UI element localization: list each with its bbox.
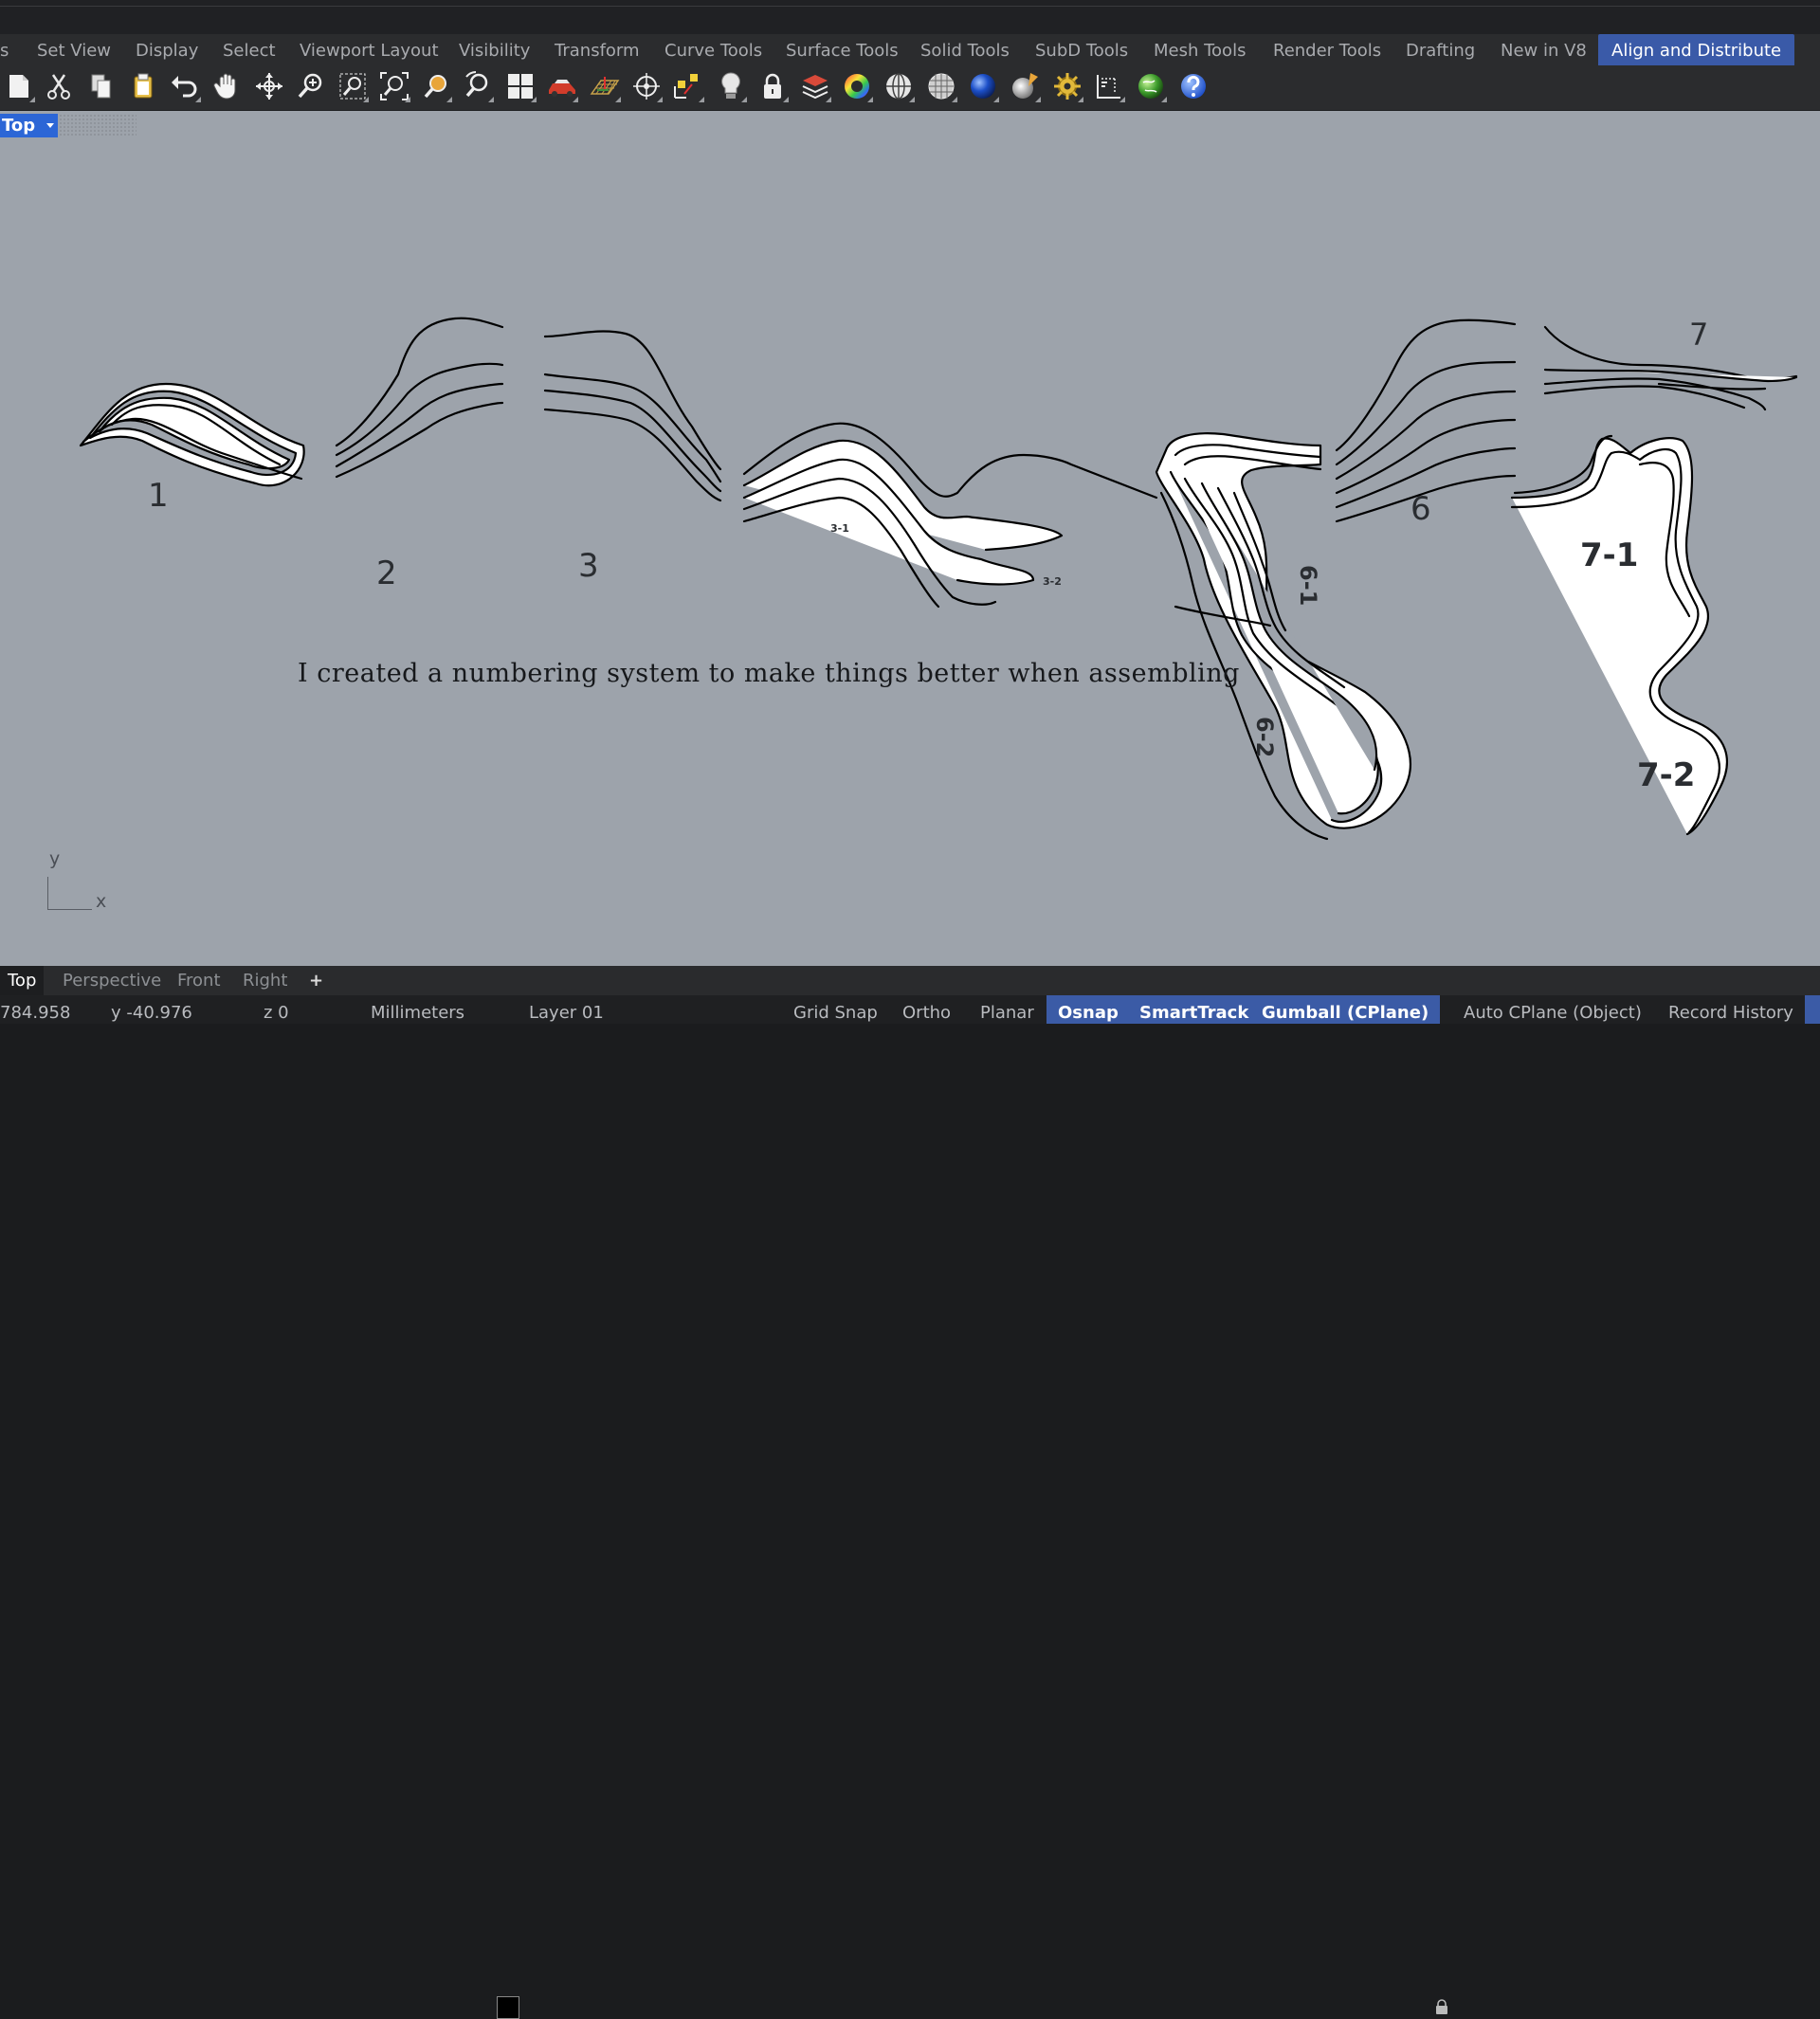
world-axis-icon: [47, 877, 92, 910]
tab-mesh-tools[interactable]: Mesh Tools: [1154, 34, 1246, 65]
annotation-text: I created a numbering system to make thi…: [298, 659, 1240, 688]
tab-standard-partial[interactable]: s: [0, 34, 9, 65]
zoom-dynamic-icon[interactable]: [461, 69, 495, 103]
globe-icon[interactable]: [1134, 69, 1168, 103]
auto-cplane-lock-icon: [1436, 1999, 1447, 2014]
toolbar: [0, 65, 1820, 111]
cut-icon[interactable]: [42, 69, 76, 103]
render-icon[interactable]: [1008, 69, 1042, 103]
piece-1-contours: [79, 382, 305, 487]
piece-7-contours: [1543, 325, 1798, 411]
viewport-tab-front[interactable]: Front: [177, 966, 221, 995]
undo-icon[interactable]: [168, 69, 202, 103]
label-7-2: 7-2: [1637, 756, 1695, 794]
label-6: 6: [1410, 490, 1431, 528]
label-2: 2: [376, 555, 397, 592]
new-document-icon[interactable]: [2, 69, 36, 103]
tab-curve-tools[interactable]: Curve Tools: [664, 34, 762, 65]
tab-subd-tools[interactable]: SubD Tools: [1035, 34, 1128, 65]
tab-drafting[interactable]: Drafting: [1406, 34, 1475, 65]
cplane-icon[interactable]: [629, 69, 664, 103]
sphere-wire-icon[interactable]: [882, 69, 916, 103]
status-overflow-indicator[interactable]: [1805, 995, 1820, 1024]
viewport-tab-perspective[interactable]: Perspective: [63, 966, 161, 995]
coord-y: y -40.976: [111, 1003, 192, 1023]
tab-viewport-layout[interactable]: Viewport Layout: [300, 34, 439, 65]
viewport-tab-right[interactable]: Right: [243, 966, 287, 995]
piece-3-1-3-2-contours: [742, 422, 1158, 609]
tab-visibility[interactable]: Visibility: [459, 34, 530, 65]
gumball-toggle[interactable]: Gumball (CPlane): [1250, 995, 1441, 1024]
smarttrack-toggle[interactable]: SmartTrack: [1128, 995, 1261, 1024]
zoom-extents-icon[interactable]: [377, 69, 411, 103]
lock-icon[interactable]: [755, 69, 790, 103]
contour-drawing: 1 2 3 3-1 3-2 6 6-1 6-2 7 7-1 7-2: [79, 317, 1798, 841]
layer-icon[interactable]: [798, 69, 832, 103]
grid-plane-icon[interactable]: [588, 69, 622, 103]
planar-toggle[interactable]: Planar: [980, 995, 1034, 1024]
viewport-tab-top[interactable]: Top: [0, 966, 45, 995]
axis-y-label: y: [49, 848, 61, 869]
dimension-icon[interactable]: [1092, 69, 1126, 103]
tab-solid-tools[interactable]: Solid Tools: [920, 34, 1010, 65]
tab-surface-tools[interactable]: Surface Tools: [786, 34, 899, 65]
title-bar-divider: [0, 6, 1820, 7]
label-6-2: 6-2: [1251, 717, 1278, 757]
tab-display[interactable]: Display: [136, 34, 198, 65]
settings-gear-icon[interactable]: [1050, 69, 1084, 103]
piece-3-contours: [543, 330, 722, 502]
tab-render-tools[interactable]: Render Tools: [1273, 34, 1381, 65]
car-icon[interactable]: [545, 69, 579, 103]
zoom-window-icon[interactable]: [336, 69, 370, 103]
light-bulb-icon[interactable]: [714, 69, 748, 103]
paste-icon[interactable]: [126, 69, 160, 103]
axis-x-label: x: [96, 891, 107, 912]
units-label[interactable]: Millimeters: [371, 995, 464, 1024]
label-3-2: 3-2: [1043, 575, 1062, 588]
pan-hand-icon[interactable]: [210, 69, 245, 103]
ortho-toggle[interactable]: Ortho: [902, 995, 951, 1024]
tab-transform[interactable]: Transform: [555, 34, 640, 65]
record-history-toggle[interactable]: Record History: [1668, 995, 1793, 1024]
label-1: 1: [148, 477, 169, 515]
label-3: 3: [578, 547, 599, 585]
piece-2-contours: [335, 317, 504, 479]
label-6-1: 6-1: [1295, 565, 1321, 606]
current-layer[interactable]: Layer 01: [529, 995, 604, 1024]
tab-select[interactable]: Select: [223, 34, 276, 65]
add-viewport-plus-icon[interactable]: +: [309, 966, 323, 995]
zoom-selected-icon[interactable]: [419, 69, 453, 103]
viewport-top[interactable]: Top 1 2 3 3-1 3-2 6 6-1 6-2 7 7-1 7-2 I …: [0, 111, 1820, 966]
layer-color-swatch[interactable]: [497, 1996, 519, 2019]
zoom-icon[interactable]: [294, 69, 328, 103]
auto-cplane-toggle[interactable]: Auto CPlane (Object): [1464, 995, 1642, 1024]
title-bar: [0, 0, 1820, 35]
tab-align-and-distribute[interactable]: Align and Distribute: [1598, 34, 1795, 65]
rotate-view-icon[interactable]: [252, 69, 286, 103]
mesh-sphere-icon[interactable]: [924, 69, 958, 103]
color-wheel-icon[interactable]: [840, 69, 874, 103]
status-bar: 784.958 y -40.976 z 0 Millimeters Layer …: [0, 995, 1820, 2019]
label-7: 7: [1689, 317, 1708, 353]
label-3-1: 3-1: [830, 522, 849, 535]
point-icon[interactable]: [671, 69, 705, 103]
tab-set-view[interactable]: Set View: [37, 34, 111, 65]
help-icon[interactable]: [1176, 69, 1210, 103]
coord-z: z 0: [264, 1003, 289, 1023]
blue-sphere-icon[interactable]: [966, 69, 1000, 103]
copy-icon[interactable]: [83, 69, 118, 103]
tab-new-in-v8[interactable]: New in V8: [1501, 34, 1587, 65]
four-viewports-icon[interactable]: [503, 69, 537, 103]
viewport-tab-bar: Top Perspective Front Right +: [0, 966, 1820, 995]
coord-x: 784.958: [0, 1003, 71, 1023]
label-7-1: 7-1: [1580, 537, 1638, 574]
grid-snap-toggle[interactable]: Grid Snap: [793, 995, 878, 1024]
osnap-toggle[interactable]: Osnap: [1046, 995, 1130, 1024]
ribbon-tab-bar: s Set View Display Select Viewport Layou…: [0, 34, 1820, 65]
